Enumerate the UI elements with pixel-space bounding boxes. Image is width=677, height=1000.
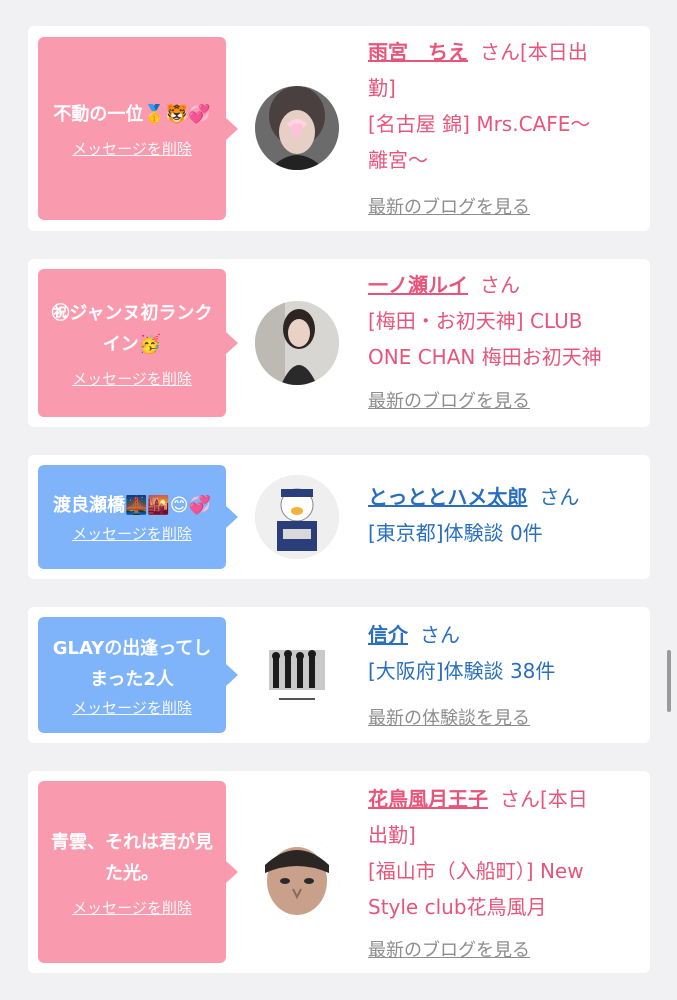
message-card: 青雲、それは君が見た光。 メッセージを削除 花鳥風月王子 さん[本日 出勤] [福… xyxy=(28,771,650,973)
scrollbar[interactable] xyxy=(667,650,671,712)
delete-message-link[interactable]: メッセージを削除 xyxy=(72,523,192,544)
profile-info: とっととハメ太郎 さん [東京都]体験談 0件 xyxy=(368,479,640,551)
info-text: 出勤] xyxy=(368,823,416,847)
review-count-text: [大阪府]体験談 38件 xyxy=(368,659,556,683)
honorific: さん xyxy=(500,787,540,811)
profile-name-link[interactable]: 花鳥風月王子 xyxy=(368,787,488,811)
profile-name-link[interactable]: 雨宮 ちえ xyxy=(368,40,468,64)
message-card: 渡良瀬橋🌉🌇😊💞 メッセージを削除 とっととハメ太郎 さん [東京都]体験談 0件 xyxy=(28,455,650,579)
avatar[interactable] xyxy=(255,86,339,170)
delete-message-link[interactable]: メッセージを削除 xyxy=(72,697,192,718)
shop-text: [福山市（入船町）] New xyxy=(368,859,584,883)
honorific: さん xyxy=(480,273,520,297)
profile-name-link[interactable]: 信介 xyxy=(368,623,408,647)
latest-blog-link[interactable]: 最新のブログを見る xyxy=(368,936,530,962)
message-text: 青雲、それは君が見た光。 xyxy=(51,831,213,884)
delete-message-link[interactable]: メッセージを削除 xyxy=(72,897,192,918)
info-text: [本日出 xyxy=(520,40,588,64)
shop-text: ONE CHAN 梅田お初天神 xyxy=(368,345,602,369)
profile-info: 一ノ瀬ルイ さん [梅田・お初天神] CLUB ONE CHAN 梅田お初天神 xyxy=(368,267,640,375)
latest-review-link[interactable]: 最新の体験談を見る xyxy=(368,704,530,730)
delete-message-link[interactable]: メッセージを削除 xyxy=(72,138,192,159)
avatar[interactable] xyxy=(255,835,339,919)
shop-text: Style club花鳥風月 xyxy=(368,895,547,919)
profile-name-link[interactable]: 一ノ瀬ルイ xyxy=(368,273,468,297)
shop-text: 離宮〜 xyxy=(368,148,428,172)
honorific: さん xyxy=(539,485,580,509)
message-text: ㊗ジャンヌ初ランクイン🥳 xyxy=(51,302,213,355)
profile-name-link[interactable]: とっととハメ太郎 xyxy=(368,485,527,509)
avatar[interactable] xyxy=(255,632,339,716)
message-card: GLAYの出逢ってしまった2人 メッセージを削除 信介 さん [大阪府]体験談 3… xyxy=(28,607,650,743)
message-card: ㊗ジャンヌ初ランクイン🥳 メッセージを削除 一ノ瀬ルイ さん [梅田・お初天神] … xyxy=(28,259,650,427)
avatar[interactable] xyxy=(255,475,339,559)
honorific: さん xyxy=(480,40,520,64)
honorific: さん xyxy=(420,623,460,647)
message-bubble: 青雲、それは君が見た光。 メッセージを削除 xyxy=(38,781,238,963)
message-card: 不動の一位🥇🐯💞 メッセージを削除 雨宮 ちえ さん[本日出 勤] [名古屋 錦]… xyxy=(28,26,650,231)
latest-blog-link[interactable]: 最新のブログを見る xyxy=(368,193,530,219)
info-text: [本日 xyxy=(540,787,588,811)
message-bubble: GLAYの出逢ってしまった2人 メッセージを削除 xyxy=(38,617,238,733)
profile-info: 花鳥風月王子 さん[本日 出勤] [福山市（入船町）] New Style clu… xyxy=(368,781,640,925)
latest-blog-link[interactable]: 最新のブログを見る xyxy=(368,387,530,413)
profile-info: 雨宮 ちえ さん[本日出 勤] [名古屋 錦] Mrs.CAFE〜 離宮〜 xyxy=(368,34,640,178)
review-count-text: [東京都]体験談 0件 xyxy=(368,521,543,545)
message-bubble: ㊗ジャンヌ初ランクイン🥳 メッセージを削除 xyxy=(38,269,238,417)
message-bubble: 渡良瀬橋🌉🌇😊💞 メッセージを削除 xyxy=(38,465,238,569)
message-text: 渡良瀬橋🌉🌇😊💞 xyxy=(52,495,211,516)
profile-info: 信介 さん [大阪府]体験談 38件 xyxy=(368,617,640,689)
message-text: GLAYの出逢ってしまった2人 xyxy=(52,637,212,690)
message-bubble: 不動の一位🥇🐯💞 メッセージを削除 xyxy=(38,37,238,220)
info-text: 勤] xyxy=(368,76,396,100)
delete-message-link[interactable]: メッセージを削除 xyxy=(72,368,192,389)
shop-text: [名古屋 錦] Mrs.CAFE〜 xyxy=(368,112,591,136)
message-text: 不動の一位🥇🐯💞 xyxy=(53,103,211,125)
avatar[interactable] xyxy=(255,301,339,385)
shop-text: [梅田・お初天神] CLUB xyxy=(368,309,583,333)
